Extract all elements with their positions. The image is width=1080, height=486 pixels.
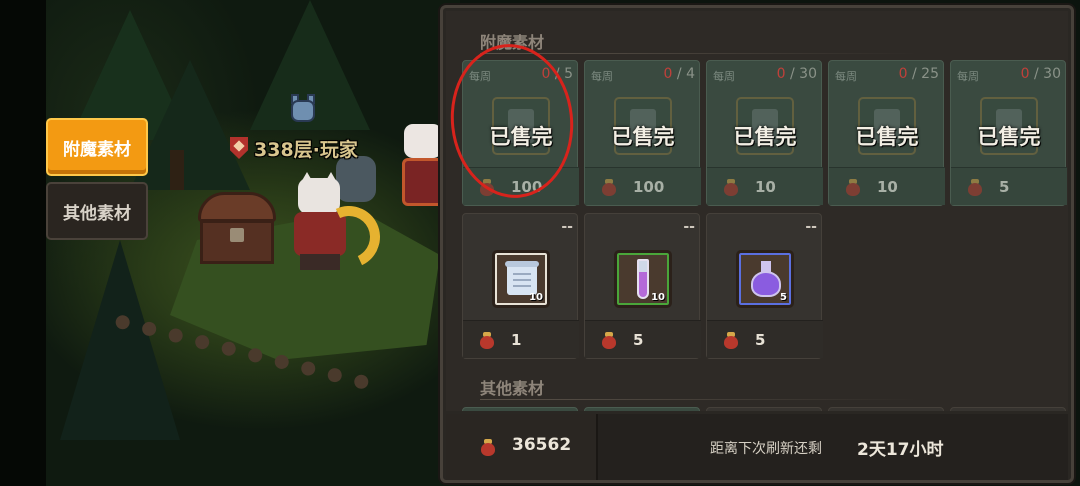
limit-value: -- bbox=[683, 219, 695, 235]
price-row: 5 bbox=[585, 320, 701, 358]
money-bag-icon bbox=[845, 178, 861, 196]
money-bag-icon bbox=[601, 178, 617, 196]
sold-out-label: 已售完 bbox=[611, 125, 675, 149]
currency-amount: 36562 bbox=[512, 435, 572, 455]
price-row: 100 bbox=[585, 167, 701, 205]
shop-card-partial[interactable] bbox=[706, 407, 822, 411]
limit-total: / 4 bbox=[676, 66, 695, 82]
money-bag-icon bbox=[479, 331, 495, 349]
shop-card-partial[interactable] bbox=[950, 407, 1066, 411]
limit-period: 每周 bbox=[957, 70, 979, 83]
limit-total: / 30 bbox=[1034, 66, 1061, 82]
currency-display: 36562 bbox=[446, 414, 598, 480]
tree-trunk bbox=[170, 150, 184, 190]
price-value: 10 bbox=[755, 178, 776, 196]
purchase-limit: -- bbox=[713, 219, 817, 237]
sold-out-label: 已售完 bbox=[977, 125, 1041, 149]
shop-card-available[interactable]: -- 10 1 bbox=[462, 213, 579, 359]
shop-card-sold[interactable]: 每周 0 / 25 已售完 10 bbox=[828, 60, 945, 206]
shop-card-partial[interactable] bbox=[584, 407, 700, 411]
pine-tree bbox=[130, 60, 250, 190]
item-slot: 10 bbox=[614, 250, 672, 308]
purchase-limit: 每周 0 / 4 bbox=[591, 66, 695, 84]
price-row: 10 bbox=[707, 167, 823, 205]
money-bag-icon bbox=[480, 438, 496, 456]
refresh-countdown-label: 距离下次刷新还剩 bbox=[710, 441, 822, 457]
bought-count: 0 bbox=[663, 66, 673, 82]
shop-card-available[interactable]: -- 10 5 bbox=[584, 213, 701, 359]
tab-label: 附魔素材 bbox=[63, 139, 131, 160]
money-bag-icon bbox=[723, 178, 739, 196]
sold-out-label: 已售完 bbox=[855, 125, 919, 149]
test-tube-icon bbox=[637, 259, 649, 299]
section-header-other: 其他素材 bbox=[480, 375, 920, 400]
price-row: 5 bbox=[951, 167, 1067, 205]
purchase-limit: 每周 0 / 25 bbox=[835, 66, 939, 84]
tab-other-materials[interactable]: 其他素材 bbox=[46, 182, 148, 240]
item-quantity: 10 bbox=[529, 292, 543, 303]
shop-card-available[interactable]: -- 5 5 bbox=[706, 213, 823, 359]
limit-value: -- bbox=[561, 219, 573, 235]
purchase-limit: 每周 0 / 30 bbox=[713, 66, 817, 84]
price-value: 10 bbox=[877, 178, 898, 196]
limit-period: 每周 bbox=[835, 70, 857, 83]
potion-flask-icon bbox=[751, 261, 781, 297]
item-quantity: 10 bbox=[651, 292, 665, 303]
price-value: 5 bbox=[633, 331, 644, 349]
price-value: 5 bbox=[999, 178, 1010, 196]
limit-period: 每周 bbox=[591, 70, 613, 83]
bought-count: 0 bbox=[898, 66, 908, 82]
price-row: 5 bbox=[707, 320, 823, 358]
limit-total: / 25 bbox=[912, 66, 939, 82]
treasure-chest[interactable] bbox=[198, 192, 276, 264]
shop-footer: 36562 距离下次刷新还剩 2天17小时 bbox=[446, 414, 1068, 480]
purchase-limit: -- bbox=[591, 219, 695, 237]
game-scene: 338层·玩家 bbox=[0, 0, 460, 486]
pet-icon bbox=[288, 94, 318, 124]
price-row: 10 bbox=[829, 167, 945, 205]
section-title: 其他素材 bbox=[480, 379, 545, 398]
limit-period: 每周 bbox=[713, 70, 735, 83]
shop-card-partial[interactable] bbox=[828, 407, 944, 411]
shop-card-sold[interactable]: 每周 0 / 30 已售完 5 bbox=[950, 60, 1067, 206]
refresh-countdown-time: 2天17小时 bbox=[857, 440, 944, 460]
price-row: 1 bbox=[463, 320, 579, 358]
limit-value: -- bbox=[805, 219, 817, 235]
player-tag: 338层·玩家 bbox=[230, 136, 358, 161]
shop-card-sold[interactable]: 每周 0 / 4 已售完 100 bbox=[584, 60, 701, 206]
sold-out-label: 已售完 bbox=[733, 125, 797, 149]
player-floor-label: 338层·玩家 bbox=[254, 138, 358, 161]
shop-card-partial[interactable] bbox=[462, 407, 578, 411]
tab-enchant-materials[interactable]: 附魔素材 bbox=[46, 118, 148, 176]
item-slot: 5 bbox=[736, 250, 794, 308]
purchase-limit: -- bbox=[469, 219, 573, 237]
price-value: 5 bbox=[755, 331, 766, 349]
price-value: 100 bbox=[633, 178, 665, 196]
rank-shield-icon bbox=[230, 137, 248, 159]
money-bag-icon bbox=[601, 331, 617, 349]
bought-count: 0 bbox=[1020, 66, 1030, 82]
money-bag-icon bbox=[723, 331, 739, 349]
scroll-icon bbox=[505, 261, 539, 295]
limit-total: / 30 bbox=[790, 66, 817, 82]
shop-card-sold[interactable]: 每周 0 / 30 已售完 10 bbox=[706, 60, 823, 206]
money-bag-icon bbox=[967, 178, 983, 196]
tab-label: 其他素材 bbox=[63, 203, 131, 224]
price-value: 1 bbox=[511, 331, 522, 349]
screen-edge bbox=[0, 0, 46, 486]
item-slot: 10 bbox=[492, 250, 550, 308]
purchase-limit: 每周 0 / 30 bbox=[957, 66, 1061, 84]
bought-count: 0 bbox=[776, 66, 786, 82]
item-quantity: 5 bbox=[780, 292, 787, 303]
